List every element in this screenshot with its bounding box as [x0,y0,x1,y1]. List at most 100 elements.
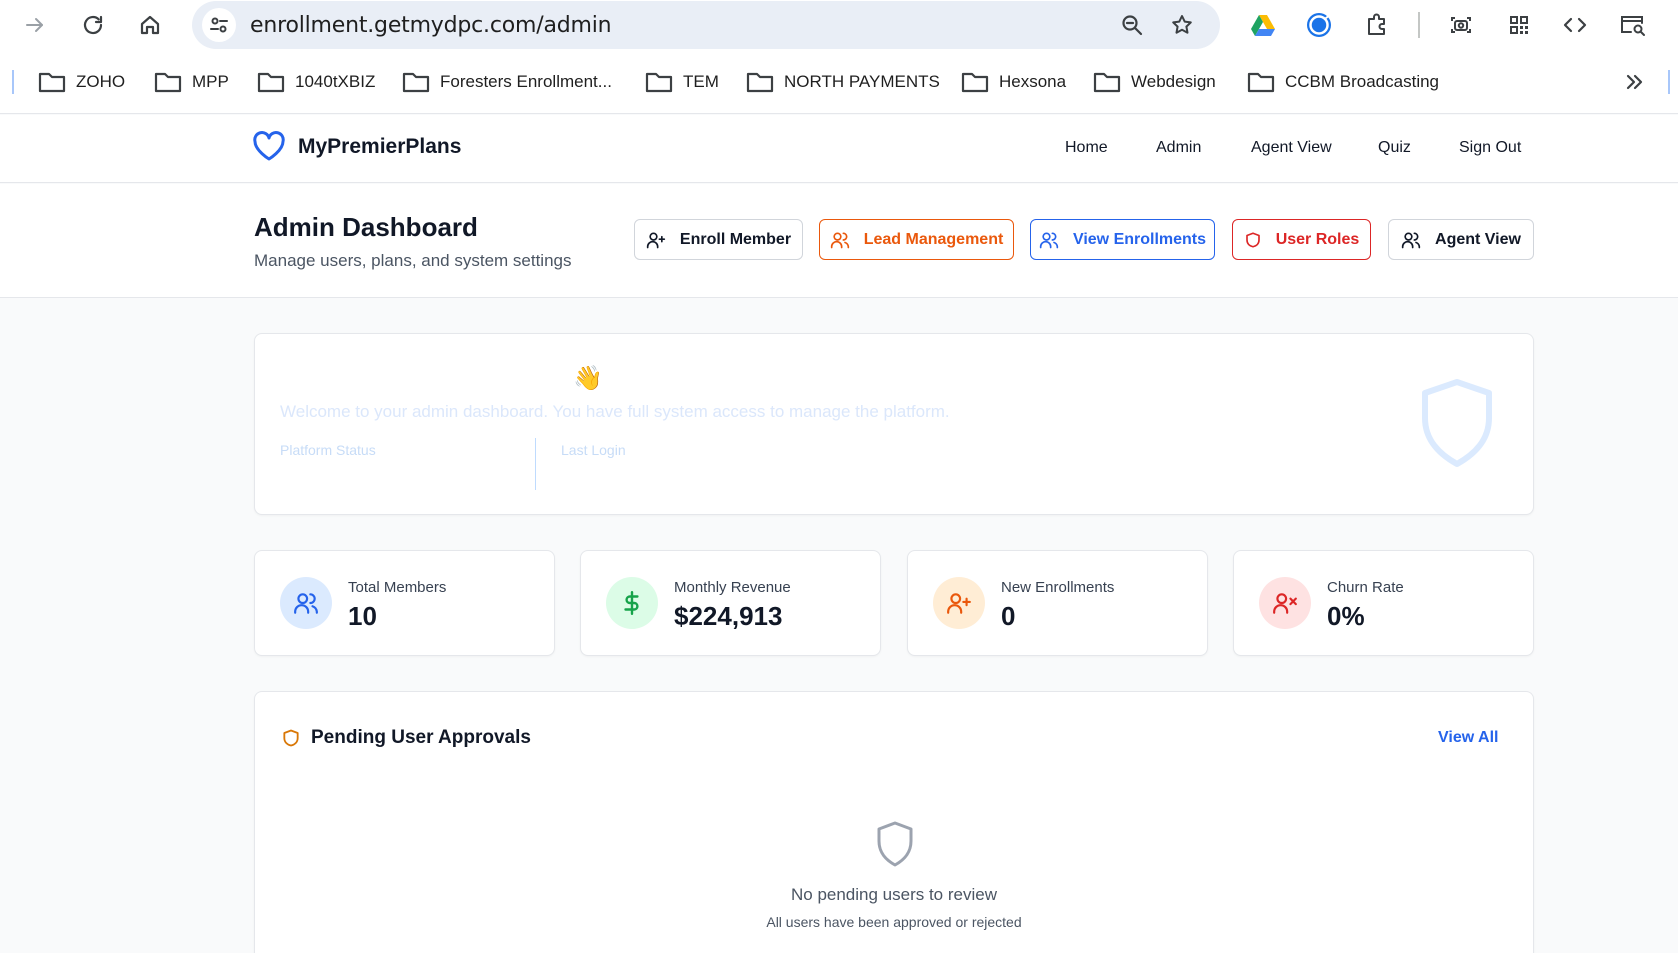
page-header: Admin Dashboard Manage users, plans, and… [0,184,1678,298]
shield-icon [875,820,915,868]
agent-view-label: Agent View [1435,230,1521,248]
qr-code-icon[interactable] [1502,8,1536,42]
heart-icon [253,131,285,161]
bookmarks-bar-edge [1668,70,1670,94]
bookmarks-bar: ZOHO MPP 1040tXBIZ Foresters Enrollment.… [0,64,1678,100]
view-all-link[interactable]: View All [1438,729,1498,747]
metric-value: 10 [348,601,377,631]
pending-approvals-header: Pending User Approvals [281,727,531,749]
metric-card-churn-rate: Churn Rate 0% [1233,550,1534,656]
metric-label: Total Members [348,579,447,596]
user-x-icon [1259,577,1311,629]
welcome-card: 👋 Welcome to your admin dashboard. You h… [254,333,1534,515]
bookmark-folder[interactable]: Webdesign [1093,68,1216,96]
toolbar-divider [1418,12,1420,38]
users-icon [1401,232,1421,248]
users-icon [830,232,849,248]
nav-admin[interactable]: Admin [1156,139,1201,157]
folder-icon [38,72,66,93]
screenshot-icon[interactable] [1444,8,1478,42]
shield-icon [1417,376,1497,472]
pending-approvals-card: Pending User Approvals View All No pendi… [254,691,1534,953]
extensions-puzzle-icon[interactable] [1360,8,1394,42]
bookmark-label: 1040tXBIZ [295,72,376,91]
nav-agent-view[interactable]: Agent View [1251,139,1332,157]
empty-state-subtitle: All users have been approved or rejected [766,914,1022,930]
nav-quiz[interactable]: Quiz [1378,139,1411,157]
folder-icon [645,72,673,93]
last-login-label: Last Login [561,442,626,458]
brand-logo[interactable]: MyPremierPlans [252,131,461,163]
google-drive-icon[interactable] [1246,8,1280,42]
lead-management-button[interactable]: Lead Management [819,219,1014,260]
page-title: Admin Dashboard [254,212,478,242]
user-roles-label: User Roles [1275,230,1360,248]
bookmark-folder[interactable]: ZOHO [38,68,125,96]
bookmark-folder[interactable]: 1040tXBIZ [257,68,375,96]
folder-icon [154,72,182,93]
pending-approvals-title: Pending User Approvals [311,727,531,748]
metric-label: New Enrollments [1001,579,1115,596]
chevron-double-right-icon[interactable] [1620,68,1648,96]
code-icon[interactable] [1558,8,1592,42]
brand-name: MyPremierPlans [298,135,462,158]
page-subtitle: Manage users, plans, and system settings [254,251,572,270]
bookmark-folder[interactable]: Hexsona [961,68,1066,96]
bookmark-folder[interactable]: CCBM Broadcasting [1247,68,1439,96]
platform-status-label: Platform Status [280,442,376,458]
zoom-icon[interactable] [1116,9,1148,41]
bookmark-folder[interactable]: Foresters Enrollment... [402,68,612,96]
view-enrollments-label: View Enrollments [1072,230,1207,248]
waving-hand-emoji: 👋 [573,365,603,392]
bookmark-folder[interactable]: NORTH PAYMENTS [746,68,940,96]
metric-label: Monthly Revenue [674,579,791,596]
enroll-member-label: Enroll Member [679,230,792,248]
metric-label: Churn Rate [1327,579,1404,596]
enroll-member-button[interactable]: Enroll Member [634,219,803,260]
address-bar[interactable]: enrollment.getmydpc.com/admin [192,1,1220,49]
reload-icon[interactable] [76,8,110,42]
lead-management-label: Lead Management [863,230,1004,248]
view-enrollments-button[interactable]: View Enrollments [1030,219,1215,260]
metric-value: 0 [1001,601,1016,631]
app-header: MyPremierPlans Home Admin Agent View Qui… [0,115,1678,183]
bookmark-star-icon[interactable] [1166,9,1198,41]
user-roles-button[interactable]: User Roles [1232,219,1371,260]
search-tabs-icon[interactable] [1616,8,1650,42]
bookmark-label: NORTH PAYMENTS [784,72,940,91]
agent-view-button[interactable]: Agent View [1388,219,1534,260]
folder-icon [961,72,989,93]
users-icon [280,577,332,629]
bookmark-label: ZOHO [76,72,126,91]
metric-value: 0% [1327,601,1365,631]
forward-icon[interactable] [18,8,52,42]
url-text[interactable]: enrollment.getmydpc.com/admin [250,13,612,38]
bookmark-label: CCBM Broadcasting [1285,72,1440,91]
shield-icon [283,729,299,747]
metric-card-monthly-revenue: Monthly Revenue $224,913 [580,550,881,656]
metric-value: $224,913 [674,601,783,631]
folder-icon [746,72,774,93]
bookmark-label: MPP [192,72,229,91]
bookmarks-bar-edge [12,70,14,94]
nav-home[interactable]: Home [1065,139,1108,157]
browser-chrome: enrollment.getmydpc.com/admin ZOHO MPP 1… [0,0,1678,114]
welcome-message: Welcome to your admin dashboard. You hav… [280,402,950,421]
bookmark-folder[interactable]: TEM [645,68,719,96]
bookmark-label: Hexsona [999,72,1067,91]
dollar-icon [606,577,658,629]
home-icon[interactable] [133,8,167,42]
metric-card-new-enrollments: New Enrollments 0 [907,550,1208,656]
empty-state-title: No pending users to review [790,885,997,904]
bookmark-folder[interactable]: MPP [154,68,229,96]
bookmark-label: TEM [683,72,719,91]
nav-sign-out[interactable]: Sign Out [1459,139,1521,157]
folder-icon [1247,72,1275,93]
users-icon [1039,232,1059,248]
bookmark-label: Webdesign [1131,72,1216,91]
folder-icon [1093,72,1121,93]
stat-divider [535,438,536,490]
extension-c-icon[interactable] [1302,8,1336,42]
site-settings-icon[interactable] [202,8,236,42]
user-plus-icon [646,232,666,248]
